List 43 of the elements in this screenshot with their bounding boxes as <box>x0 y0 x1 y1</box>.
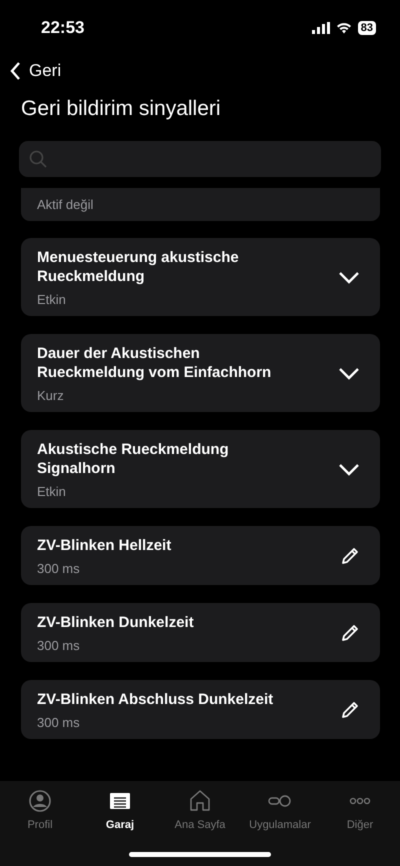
tab-item[interactable]: Diğer <box>320 787 400 833</box>
pencil-icon <box>340 623 360 643</box>
setting-card[interactable]: Dauer der Akustischen Rueckmeldung vom Einfachhorn Kurz <box>21 334 380 412</box>
search-field[interactable] <box>19 141 381 177</box>
setting-title: Dauer der Akustischen Rueckmeldung vom Einfachhorn <box>37 344 272 382</box>
setting-title: ZV-Blinken Dunkelzeit <box>37 613 195 632</box>
tab-item[interactable]: Ana Sayfa <box>160 787 240 833</box>
setting-value: Aktif değil <box>21 188 380 221</box>
tab-item[interactable]: Profil <box>0 787 80 833</box>
tab-item[interactable]: Garaj <box>80 787 160 833</box>
search-icon <box>29 150 47 168</box>
setting-title: ZV-Blinken Abschluss Dunkelzeit <box>37 690 274 709</box>
setting-title: Menuesteuerung akustische Rueckmeldung <box>37 248 240 286</box>
chevron-down-icon <box>338 367 360 380</box>
setting-value: 300 ms <box>37 715 81 730</box>
pencil-icon <box>340 546 360 566</box>
setting-card[interactable]: Akustische Rueckmeldung Signalhorn Etkin <box>21 430 380 508</box>
signal-icon <box>312 22 330 34</box>
setting-value: 300 ms <box>37 561 81 576</box>
setting-card[interactable]: ZV-Blinken Hellzeit 300 ms <box>21 526 380 585</box>
back-chevron-icon <box>10 62 21 80</box>
back-button[interactable]: Geri <box>10 59 62 83</box>
tab-item[interactable]: Uygulamalar <box>240 787 320 833</box>
more-icon <box>348 797 372 805</box>
setting-card[interactable]: ZV-Blinken Abschluss Dunkelzeit 300 ms <box>21 680 380 739</box>
setting-title: ZV-Blinken Hellzeit <box>37 536 172 555</box>
profile-icon <box>28 789 52 813</box>
chevron-down-icon <box>338 271 360 284</box>
setting-value: Kurz <box>37 388 65 403</box>
chevron-down-icon <box>338 463 360 476</box>
status-time: 22:53 <box>41 18 86 38</box>
setting-value: Etkin <box>37 484 67 499</box>
setting-value: 300 ms <box>37 638 81 653</box>
pencil-icon <box>340 700 360 720</box>
setting-card[interactable]: Menuesteuerung akustische Rueckmeldung Etkin <box>21 238 380 316</box>
battery-level: 83 <box>358 20 376 34</box>
wifi-icon <box>336 22 352 34</box>
home-icon <box>188 789 212 813</box>
toggle-icon <box>268 795 292 807</box>
setting-value: Etkin <box>37 292 67 307</box>
setting-card[interactable]: ZV-Blinken Dunkelzeit 300 ms <box>21 603 380 662</box>
setting-title: Akustische Rueckmeldung Signalhorn <box>37 440 230 478</box>
page-title: Geri bildirim sinyalleri <box>21 97 222 122</box>
